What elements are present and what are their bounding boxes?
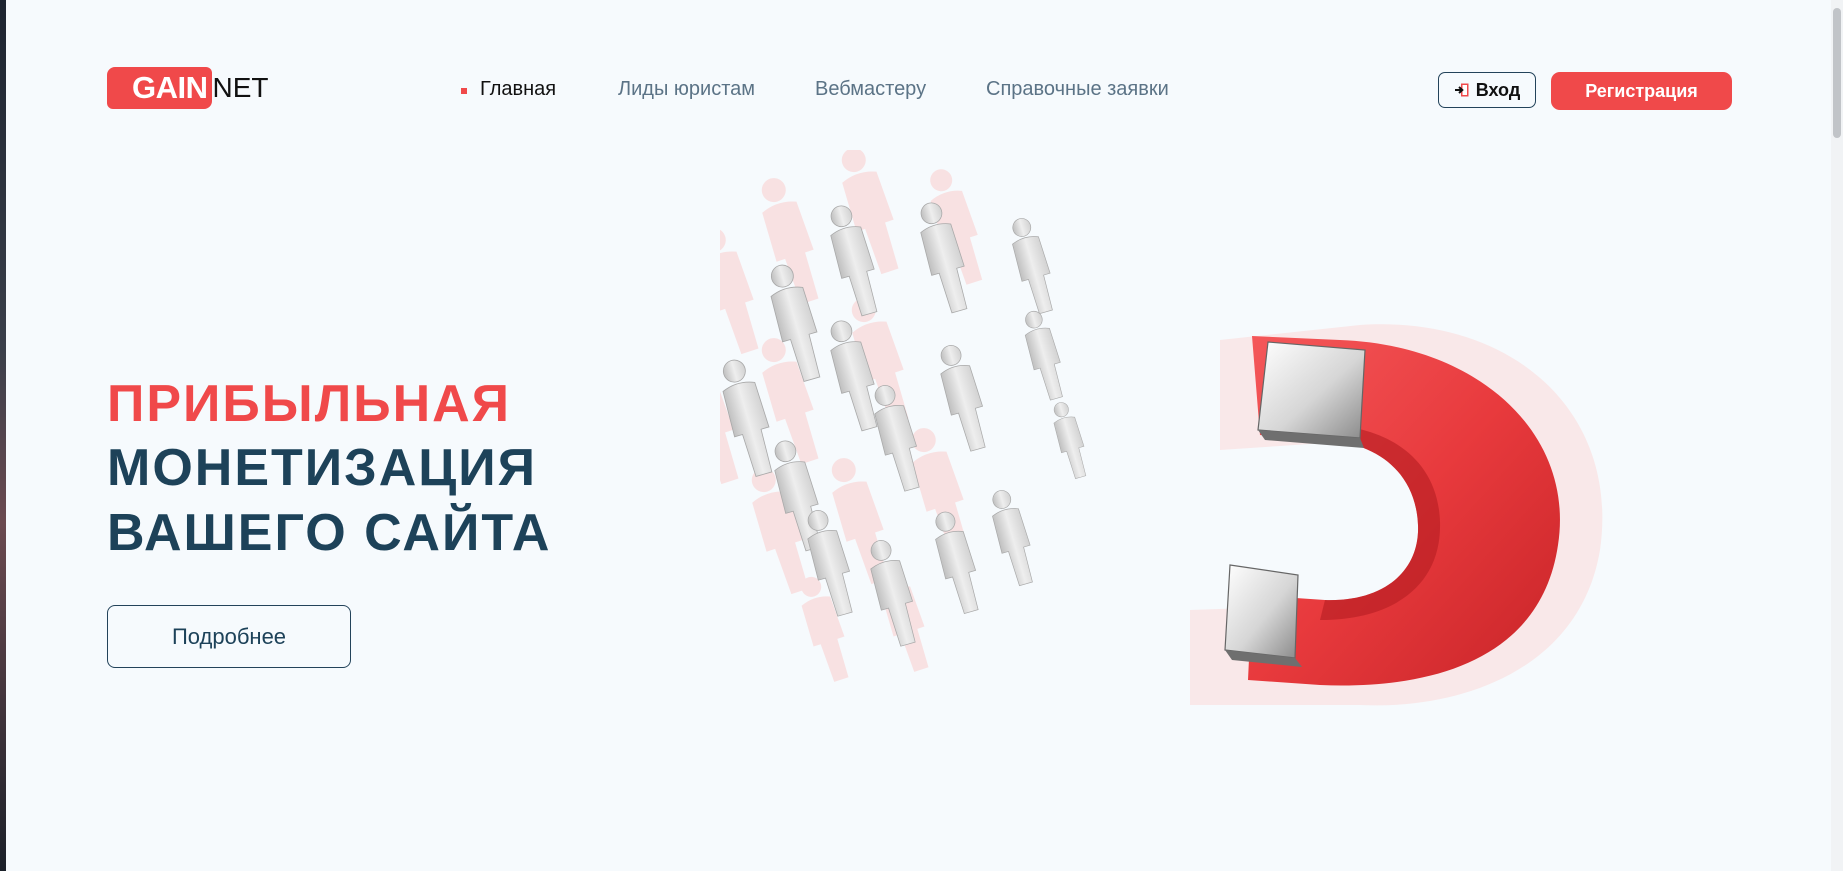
more-label: Подробнее bbox=[171, 623, 287, 649]
logo-net-text: NET bbox=[212, 72, 269, 103]
hero-title-line-2: МОНЕТИЗАЦИЯ bbox=[107, 439, 538, 497]
login-button[interactable]: Вход bbox=[1438, 72, 1536, 108]
window-edge bbox=[0, 0, 6, 871]
register-label: Регистрация bbox=[1585, 80, 1698, 101]
magnet-bottom-pole bbox=[1224, 564, 1302, 667]
magnet-attracting-people-illustration bbox=[720, 150, 1603, 706]
scrollbar[interactable] bbox=[1831, 0, 1843, 871]
register-button[interactable]: Регистрация bbox=[1551, 72, 1732, 110]
nav-item-leads-lawyers[interactable]: Лиды юристам bbox=[618, 78, 755, 101]
people-figures bbox=[720, 197, 1093, 650]
hero-title-line-3: ВАШЕГО САЙТА bbox=[107, 504, 552, 562]
logo[interactable]: GAIN NET bbox=[107, 67, 269, 109]
logo-gain-text: GAIN bbox=[107, 67, 212, 109]
nav-item-reference-requests[interactable]: Справочные заявки bbox=[986, 78, 1169, 101]
hero-title-line-1: ПРИБЫЛЬНАЯ bbox=[107, 375, 512, 433]
nav-item-home[interactable]: Главная bbox=[480, 78, 556, 101]
login-label: Вход bbox=[1475, 79, 1521, 100]
nav-item-webmaster[interactable]: Вебмастеру bbox=[815, 78, 926, 101]
login-door-icon bbox=[1454, 83, 1469, 97]
more-button[interactable]: Подробнее bbox=[107, 605, 351, 668]
active-nav-indicator bbox=[461, 88, 467, 94]
magnet-top-pole bbox=[1257, 341, 1366, 448]
scrollbar-thumb[interactable] bbox=[1833, 8, 1841, 138]
